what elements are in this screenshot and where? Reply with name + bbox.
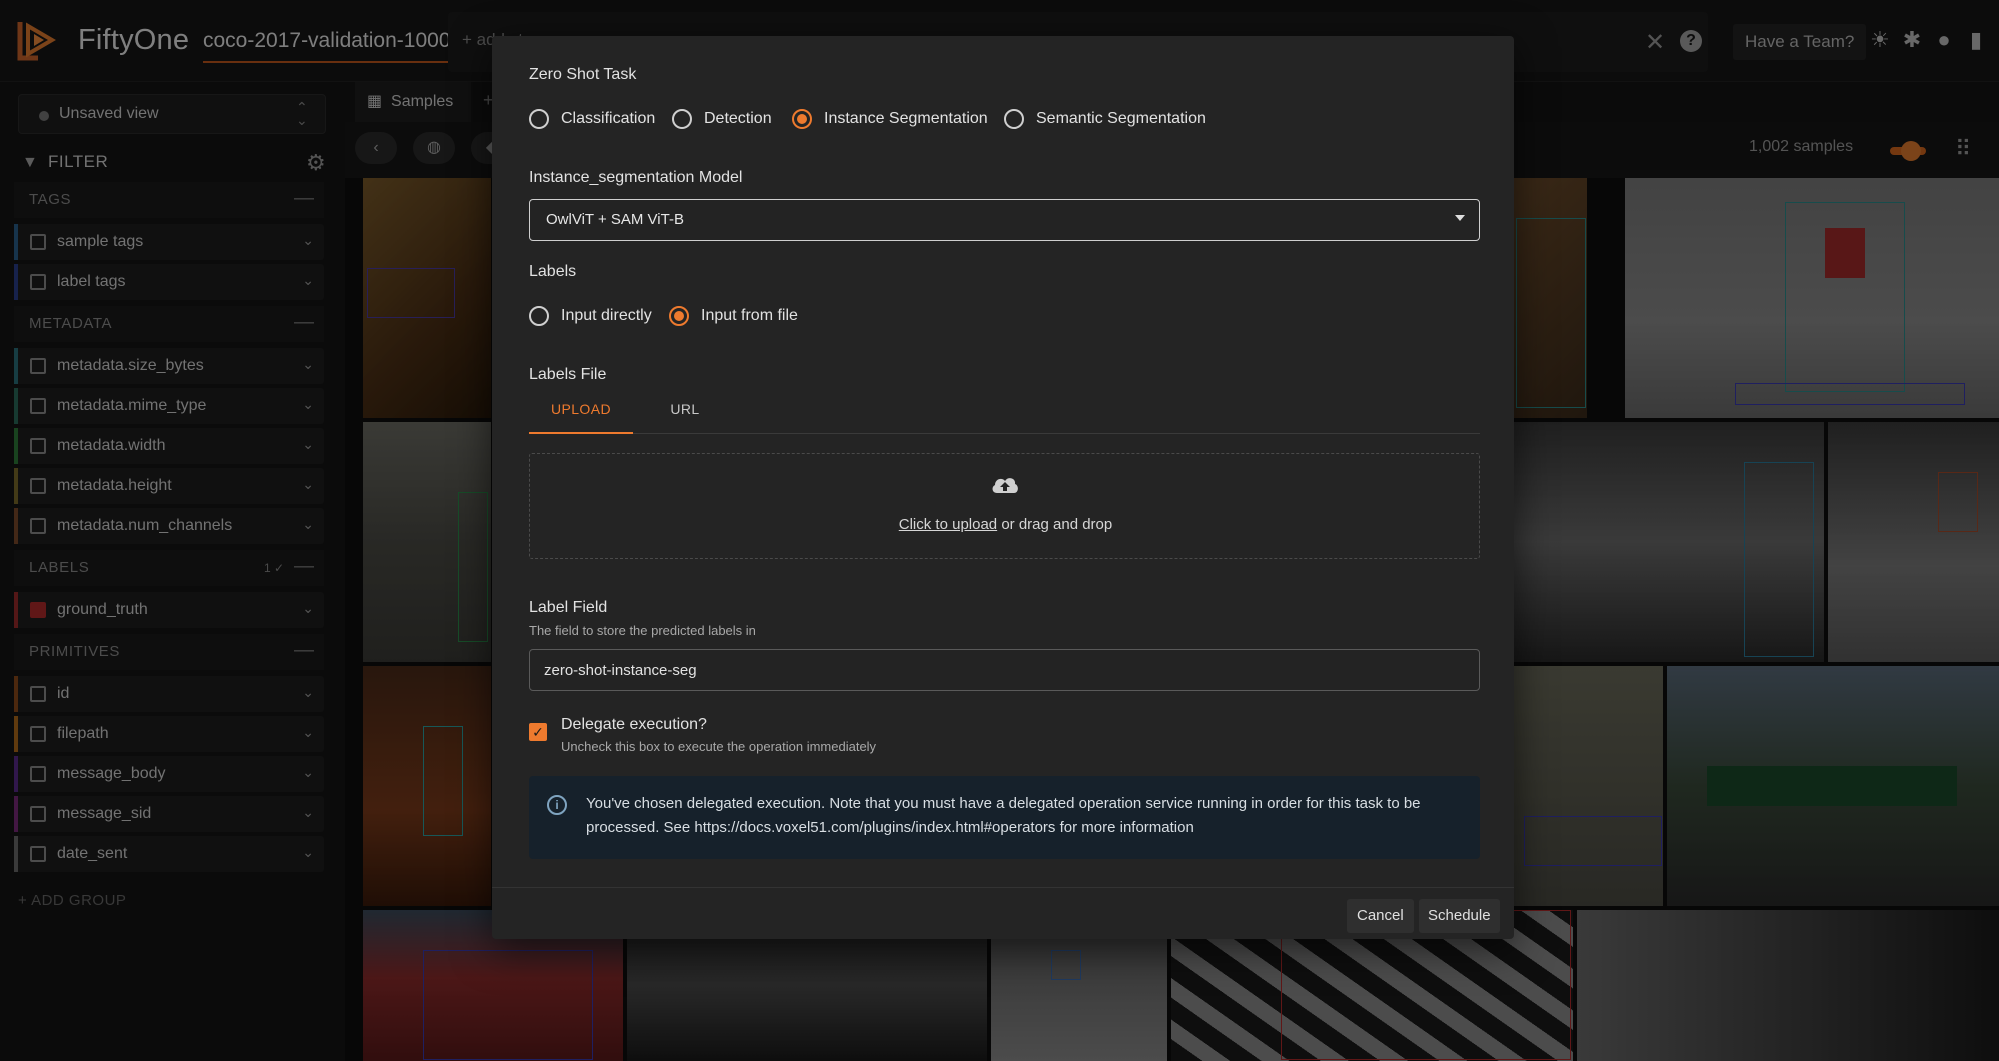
tab-url[interactable]: URL (633, 386, 737, 434)
radio-label: Detection (704, 110, 772, 127)
cancel-button[interactable]: Cancel (1347, 899, 1414, 933)
label-field-description: The field to store the predicted labels … (529, 623, 756, 638)
cloud-upload-icon (992, 478, 1018, 493)
labels-radio-group: Input directly Input from file (529, 303, 929, 329)
delegate-description: Uncheck this box to execute the operatio… (561, 739, 877, 754)
file-dropzone[interactable]: Click to upload or drag and drop (529, 453, 1480, 559)
radio-ring[interactable] (529, 306, 549, 326)
modal-footer-divider (492, 887, 1514, 888)
radio-ring[interactable] (1004, 109, 1024, 129)
delegation-info-alert: i You've chosen delegated execution. Not… (529, 776, 1480, 859)
radio-label: Instance Segmentation (824, 110, 988, 127)
labels-label: Labels (529, 263, 577, 280)
delegate-label: Delegate execution? (561, 716, 707, 733)
radio-label: Input directly (561, 307, 652, 324)
radio-label: Classification (561, 110, 656, 127)
radio-ring[interactable] (529, 109, 549, 129)
model-select-value: OwlViT + SAM ViT-B (546, 211, 684, 228)
upload-hint: or drag and drop (997, 516, 1113, 533)
labels-file-label: Labels File (529, 366, 607, 383)
radio-ring-selected[interactable] (792, 109, 812, 129)
label-field-value: zero-shot-instance-seg (544, 662, 697, 679)
tab-upload[interactable]: UPLOAD (529, 386, 633, 434)
model-select[interactable]: OwlViT + SAM ViT-B (529, 199, 1480, 241)
info-icon: i (547, 795, 567, 815)
delegate-checkbox[interactable]: ✓ (529, 723, 547, 741)
radio-label: Semantic Segmentation (1036, 110, 1206, 127)
schedule-button[interactable]: Schedule (1419, 899, 1500, 933)
radio-label: Input from file (701, 307, 798, 324)
model-label: Instance_segmentation Model (529, 169, 743, 186)
radio-ring-selected[interactable] (669, 306, 689, 326)
radio-ring[interactable] (672, 109, 692, 129)
click-to-upload-link[interactable]: Click to upload (899, 516, 997, 533)
upload-instructions: Click to upload or drag and drop (530, 516, 1481, 533)
task-label: Zero Shot Task (529, 66, 637, 83)
file-source-tabs: UPLOAD URL (529, 386, 1480, 434)
task-radio-group: Classification Detection Instance Segmen… (529, 106, 1329, 132)
zero-shot-modal: Zero Shot Task Classification Detection … (492, 36, 1514, 939)
label-field-input[interactable]: zero-shot-instance-seg (529, 649, 1480, 691)
caret-down-icon (1455, 215, 1465, 221)
label-field-label: Label Field (529, 599, 608, 616)
info-text: You've chosen delegated execution. Note … (586, 795, 1421, 836)
